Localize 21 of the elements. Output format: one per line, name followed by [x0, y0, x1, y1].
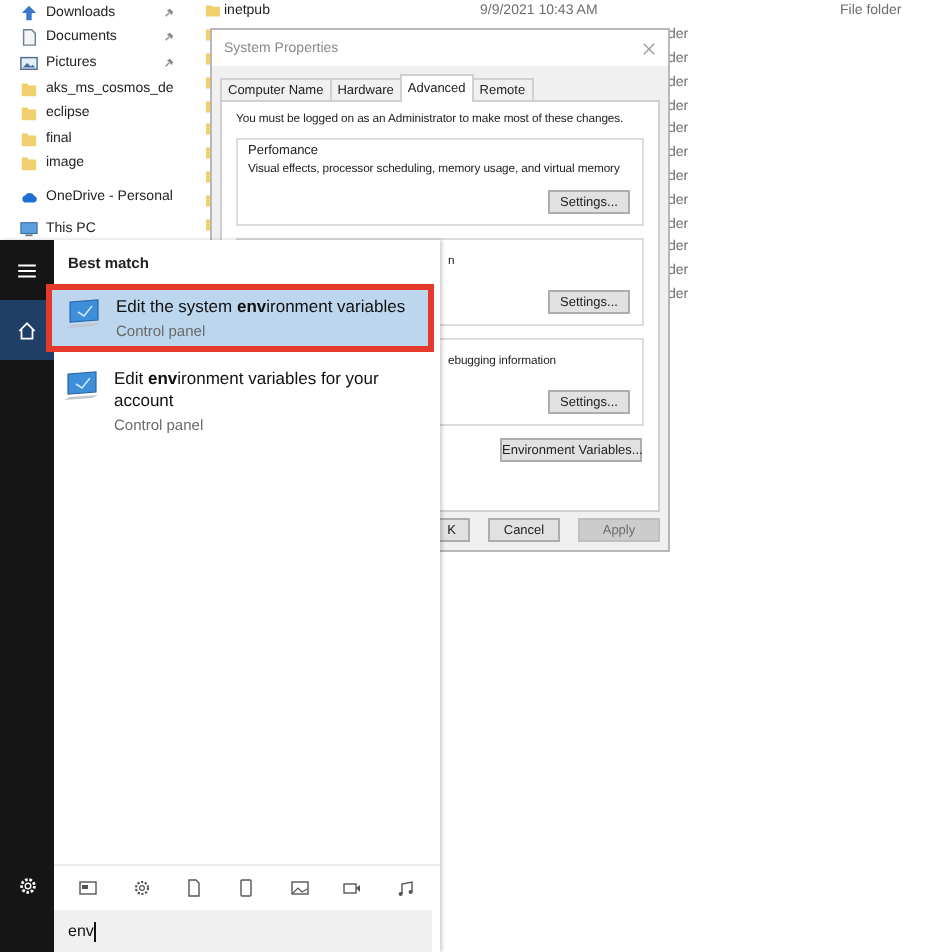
tablet-icon[interactable]: [236, 878, 257, 898]
menu-icon: [16, 259, 38, 281]
monitor-icon: [20, 219, 38, 238]
download-icon: [20, 3, 38, 22]
document-icon: [20, 28, 38, 47]
music-icon[interactable]: [395, 878, 416, 898]
settings-icon[interactable]: [17, 876, 37, 896]
home-icon: [16, 319, 38, 341]
gear-icon[interactable]: [131, 878, 152, 898]
search-field[interactable]: env: [54, 910, 432, 952]
monitor-icon: [64, 298, 104, 330]
cloud-icon: [20, 187, 38, 206]
news-icon[interactable]: [78, 878, 99, 898]
result-title: Edit environment variables for your account: [114, 368, 381, 413]
pictures-icon: [20, 53, 38, 72]
image-icon[interactable]: [289, 878, 310, 898]
result-title: Edit the system environment variables: [116, 296, 406, 319]
monitor-icon: [62, 370, 102, 403]
document-icon[interactable]: [184, 878, 205, 898]
camera-icon[interactable]: [342, 878, 363, 898]
close-icon[interactable]: [642, 41, 656, 55]
